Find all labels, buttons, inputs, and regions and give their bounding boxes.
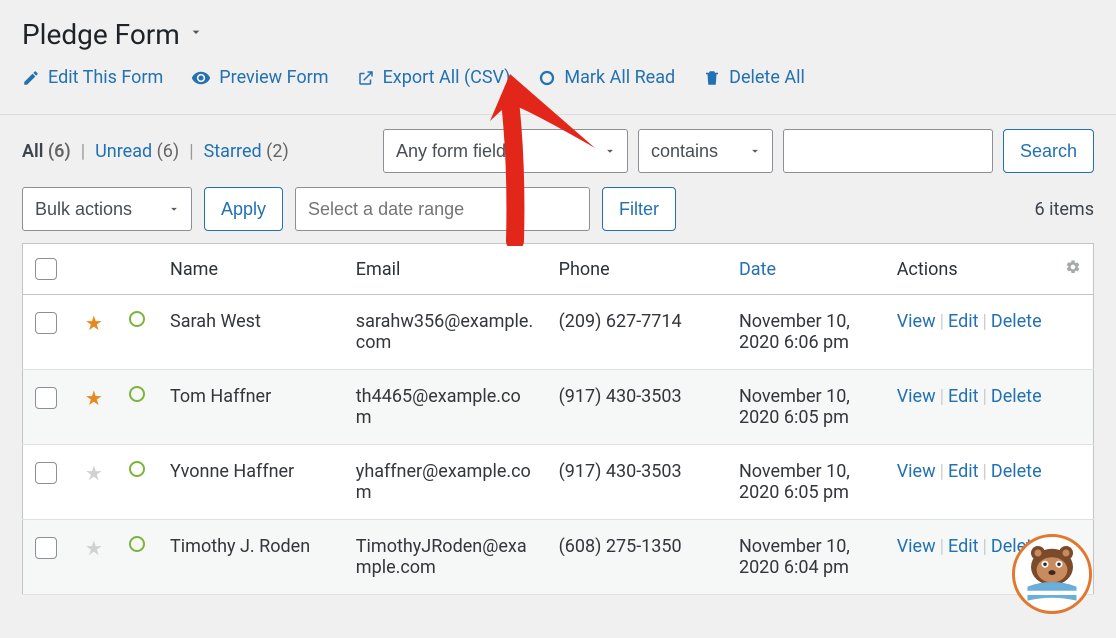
view-link[interactable]: View [897, 311, 936, 332]
row-checkbox[interactable] [35, 387, 57, 409]
help-mascot-button[interactable] [1012, 534, 1092, 614]
filter-row: All (6) | Unread (6) | Starred (2) Any f… [0, 115, 1116, 173]
date-range-input[interactable] [295, 187, 590, 231]
select-all-checkbox[interactable] [35, 258, 57, 280]
row-checkbox[interactable] [35, 312, 57, 334]
pencil-icon [22, 69, 40, 87]
col-actions: Actions [885, 244, 1053, 295]
read-indicator[interactable] [129, 311, 145, 327]
edit-link[interactable]: Edit [948, 311, 978, 332]
edit-link[interactable]: Edit [948, 386, 978, 407]
export-csv-link[interactable]: Export All (CSV) [357, 67, 511, 88]
cell-phone: (917) 430-3503 [547, 370, 727, 445]
delete-all-label: Delete All [729, 67, 805, 88]
page-title: Pledge Form [22, 18, 180, 51]
cell-actions: View|Edit|Delete [885, 295, 1094, 370]
col-name[interactable]: Name [158, 244, 344, 295]
chevron-down-icon[interactable] [188, 24, 204, 45]
star-icon[interactable]: ★ [85, 536, 103, 560]
delete-link[interactable]: Delete [991, 461, 1042, 482]
cell-email: TimothyJRoden@example.com [344, 520, 547, 595]
bulk-actions-select[interactable]: Bulk actions [22, 187, 192, 231]
field-select[interactable]: Any form field [383, 129, 628, 173]
table-row: ★ Timothy J. Roden TimothyJRoden@example… [23, 520, 1094, 595]
cell-name: Sarah West [158, 295, 344, 370]
table-row: ★ Sarah West sarahw356@example.com (209)… [23, 295, 1094, 370]
export-icon [357, 69, 375, 87]
cell-actions: View|Edit|Delete [885, 445, 1094, 520]
edit-form-link[interactable]: Edit This Form [22, 67, 163, 88]
cell-date: November 10, 2020 6:04 pm [727, 520, 885, 595]
edit-link[interactable]: Edit [948, 536, 978, 557]
cell-date: November 10, 2020 6:05 pm [727, 445, 885, 520]
cell-phone: (917) 430-3503 [547, 445, 727, 520]
row-checkbox[interactable] [35, 537, 57, 559]
read-indicator[interactable] [129, 536, 145, 552]
filter-unread-link[interactable]: Unread (6) [95, 141, 179, 162]
cell-name: Yvonne Haffner [158, 445, 344, 520]
star-icon[interactable]: ★ [85, 461, 103, 485]
cell-actions: View|Edit|Delete [885, 370, 1094, 445]
delete-link[interactable]: Delete [991, 386, 1042, 407]
cell-email: sarahw356@example.com [344, 295, 547, 370]
cell-name: Timothy J. Roden [158, 520, 344, 595]
filter-button[interactable]: Filter [602, 187, 676, 231]
cell-email: yhaffner@example.com [344, 445, 547, 520]
items-count: 6 items [1035, 199, 1094, 220]
filter-all-link[interactable]: All (6) [22, 141, 71, 162]
search-button[interactable]: Search [1003, 129, 1094, 173]
page-header: Pledge Form Edit This Form Preview Form … [0, 0, 1116, 100]
mark-all-read-link[interactable]: Mark All Read [538, 67, 675, 88]
star-icon[interactable]: ★ [85, 386, 103, 410]
cell-date: November 10, 2020 6:06 pm [727, 295, 885, 370]
gear-icon[interactable] [1053, 244, 1094, 295]
cell-name: Tom Haffner [158, 370, 344, 445]
view-link[interactable]: View [897, 536, 936, 557]
search-group: Any form field contains Search [383, 129, 1094, 173]
operator-select[interactable]: contains [638, 129, 773, 173]
row-checkbox[interactable] [35, 462, 57, 484]
preview-form-label: Preview Form [219, 67, 328, 88]
filter-subsub: All (6) | Unread (6) | Starred (2) [22, 141, 289, 162]
cell-email: th4465@example.com [344, 370, 547, 445]
search-input[interactable] [783, 129, 993, 173]
cell-phone: (608) 275-1350 [547, 520, 727, 595]
circle-icon [538, 69, 556, 87]
delete-link[interactable]: Delete [991, 311, 1042, 332]
cell-phone: (209) 627-7714 [547, 295, 727, 370]
star-icon[interactable]: ★ [85, 311, 103, 335]
col-phone[interactable]: Phone [547, 244, 727, 295]
read-indicator[interactable] [129, 461, 145, 477]
bulk-row: Bulk actions Apply Filter 6 items [0, 173, 1116, 243]
table-wrap: Name Email Phone Date Actions ★ Sarah We… [0, 243, 1116, 617]
cell-date: November 10, 2020 6:05 pm [727, 370, 885, 445]
col-email[interactable]: Email [344, 244, 547, 295]
table-row: ★ Yvonne Haffner yhaffner@example.com (9… [23, 445, 1094, 520]
delete-all-link[interactable]: Delete All [703, 67, 805, 88]
trash-icon [703, 69, 721, 87]
entries-table: Name Email Phone Date Actions ★ Sarah We… [22, 243, 1094, 595]
col-date[interactable]: Date [727, 244, 885, 295]
view-link[interactable]: View [897, 461, 936, 482]
mark-all-read-label: Mark All Read [564, 67, 675, 88]
view-link[interactable]: View [897, 386, 936, 407]
preview-form-link[interactable]: Preview Form [191, 67, 328, 88]
title-row: Pledge Form [22, 18, 1094, 51]
header-actions: Edit This Form Preview Form Export All (… [22, 67, 1094, 88]
table-row: ★ Tom Haffner th4465@example.com (917) 4… [23, 370, 1094, 445]
export-csv-label: Export All (CSV) [383, 67, 511, 88]
edit-link[interactable]: Edit [948, 461, 978, 482]
edit-form-label: Edit This Form [48, 67, 163, 88]
eye-icon [191, 68, 211, 88]
apply-button[interactable]: Apply [204, 187, 283, 231]
read-indicator[interactable] [129, 386, 145, 402]
filter-starred-link[interactable]: Starred (2) [204, 141, 289, 162]
